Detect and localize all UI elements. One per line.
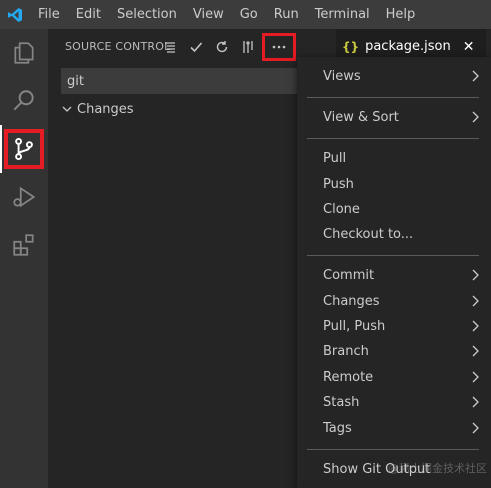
close-icon[interactable]: ✕ (463, 39, 475, 55)
chevron-right-icon (472, 111, 479, 123)
menu-item-label: Pull (323, 151, 347, 166)
menu-item-label: Commit (323, 268, 375, 283)
commit-check-icon[interactable] (184, 35, 208, 59)
menu-edit[interactable]: Edit (68, 0, 109, 29)
json-file-icon: {} (342, 39, 360, 54)
chevron-right-icon (472, 70, 479, 82)
commit-message-input[interactable] (61, 68, 298, 94)
chevron-right-icon (472, 320, 479, 332)
vscode-logo-icon (0, 0, 30, 29)
more-actions-button[interactable] (262, 32, 296, 61)
menu-separator (307, 255, 479, 256)
menu-item-tags[interactable]: Tags (297, 416, 491, 441)
menu-item-commit[interactable]: Commit (297, 263, 491, 288)
menu-item-label: Tags (323, 421, 352, 436)
watermark: @稀土掘金技术社区 (388, 462, 487, 475)
menu-item-stash[interactable]: Stash (297, 390, 491, 415)
chevron-down-icon (62, 106, 72, 112)
menu-item-label: Views (323, 69, 361, 84)
tab-label: package.json (365, 39, 451, 54)
menu-file[interactable]: File (30, 0, 68, 29)
menu-view[interactable]: View (185, 0, 232, 29)
run-debug-icon[interactable] (0, 173, 48, 221)
more-actions-menu: Views View & Sort Pull Push Clone Checko… (297, 57, 491, 488)
menu-run[interactable]: Run (266, 0, 307, 29)
refresh-icon[interactable] (210, 35, 234, 59)
chevron-right-icon (472, 422, 479, 434)
extensions-icon[interactable] (0, 221, 48, 269)
menu-separator (307, 138, 479, 139)
menu-item-label: Stash (323, 395, 360, 410)
menu-item-checkout[interactable]: Checkout to... (297, 222, 491, 247)
menu-separator (307, 449, 479, 450)
menu-separator (307, 97, 479, 98)
search-icon[interactable] (0, 77, 48, 125)
chevron-right-icon (472, 396, 479, 408)
menu-selection[interactable]: Selection (109, 0, 185, 29)
chevron-right-icon (472, 269, 479, 281)
menu-item-branch[interactable]: Branch (297, 339, 491, 364)
activity-bar (0, 29, 48, 488)
menu-item-label: Push (323, 177, 354, 192)
explorer-icon[interactable] (0, 29, 48, 77)
menu-bar: File Edit Selection View Go Run Terminal… (0, 0, 491, 29)
menu-item-clone[interactable]: Clone (297, 197, 491, 222)
changes-group[interactable]: Changes (48, 98, 298, 120)
menu-help[interactable]: Help (378, 0, 424, 29)
menu-item-pull[interactable]: Pull (297, 146, 491, 171)
panel-actions (156, 29, 298, 64)
menu-item-views[interactable]: Views (297, 64, 491, 89)
menu-item-label: Remote (323, 370, 374, 385)
source-control-panel: SOURCE CONTROL Changes (48, 29, 298, 488)
menu-go[interactable]: Go (232, 0, 266, 29)
menu-item-remote[interactable]: Remote (297, 365, 491, 390)
source-control-icon[interactable] (0, 125, 48, 173)
menu-item-push[interactable]: Push (297, 172, 491, 197)
menu-item-label: View & Sort (323, 110, 399, 125)
chevron-right-icon (472, 345, 479, 357)
menu-item-label: Pull, Push (323, 319, 386, 334)
menu-item-changes[interactable]: Changes (297, 289, 491, 314)
menu-item-pull-push[interactable]: Pull, Push (297, 314, 491, 339)
menu-terminal[interactable]: Terminal (307, 0, 378, 29)
menu-item-label: Branch (323, 344, 369, 359)
menu-item-label: Checkout to... (323, 227, 414, 242)
menu-item-label: Clone (323, 202, 360, 217)
view-as-tree-icon[interactable] (158, 35, 182, 59)
menu-item-view-sort[interactable]: View & Sort (297, 105, 491, 130)
chevron-right-icon (472, 371, 479, 383)
chevron-right-icon (472, 295, 479, 307)
view-graph-icon[interactable] (236, 35, 260, 59)
menu-item-label: Changes (323, 294, 380, 309)
changes-label: Changes (77, 101, 134, 117)
